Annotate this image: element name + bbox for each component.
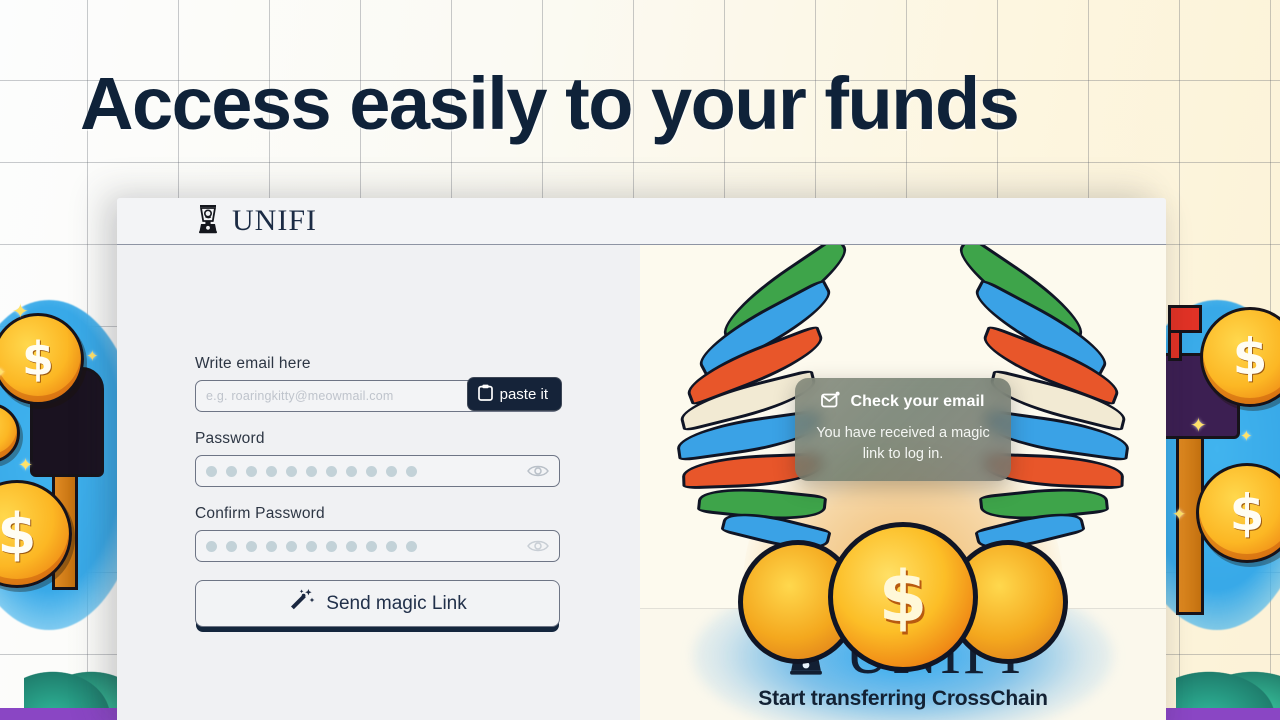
page-root: $ $ $ ✦ ✦ ✦ ✦ $ $ ✦ ✦ ✦ Access easily to…	[0, 0, 1280, 720]
password-field-group: Password	[195, 430, 560, 487]
confirm-password-input[interactable]	[195, 530, 560, 562]
decor-left-pixel-art: $ $ $ ✦ ✦ ✦ ✦	[0, 255, 128, 720]
eye-icon[interactable]	[527, 464, 549, 479]
password-label: Password	[195, 430, 265, 447]
confirm-password-masked-value	[206, 540, 417, 552]
confirm-password-label: Confirm Password	[195, 505, 325, 522]
magic-wand-icon	[288, 588, 315, 619]
email-input[interactable]: e.g. roaringkitty@meowmail.com paste it	[195, 377, 562, 412]
confirm-password-field-group: Confirm Password	[195, 505, 560, 562]
password-masked-value	[206, 465, 417, 477]
app-body: Write email here e.g. roaringkitty@meowm…	[117, 245, 1166, 720]
blender-icon	[195, 204, 221, 239]
toast-message: You have received a magic link to log in…	[816, 425, 990, 462]
send-magic-link-button[interactable]: Send magic Link	[195, 580, 560, 627]
app-window-card: UNIFI Write email here e.g. roaringkitty…	[117, 198, 1166, 720]
signup-form-panel: Write email here e.g. roaringkitty@meowm…	[117, 245, 640, 720]
decor-right-pixel-art: $ $ ✦ ✦ ✦	[1152, 255, 1280, 720]
send-magic-link-label: Send magic Link	[326, 592, 467, 614]
banner-tagline: Start transferring CrossChain	[758, 687, 1048, 710]
dollar-coin-icon: $	[828, 522, 978, 672]
email-label: Write email here	[195, 355, 311, 372]
illustration-panel: $ Check your email You have received a m…	[640, 245, 1166, 720]
password-input[interactable]	[195, 455, 560, 487]
toast-header: Check your email	[805, 391, 1001, 413]
email-placeholder: e.g. roaringkitty@meowmail.com	[206, 389, 394, 403]
envelope-check-icon	[821, 391, 841, 413]
paste-it-label: paste it	[499, 385, 548, 403]
email-field-group: Write email here e.g. roaringkitty@meowm…	[195, 355, 562, 412]
toast-title: Check your email	[850, 393, 985, 410]
paste-it-button[interactable]: paste it	[466, 377, 562, 411]
app-header: UNIFI	[117, 198, 1166, 245]
eye-icon[interactable]	[527, 539, 549, 554]
check-email-toast: Check your email You have received a mag…	[795, 378, 1011, 481]
page-headline: Access easily to your funds	[80, 62, 1020, 145]
app-brand-name: UNIFI	[232, 204, 317, 237]
clipboard-icon	[477, 384, 493, 405]
